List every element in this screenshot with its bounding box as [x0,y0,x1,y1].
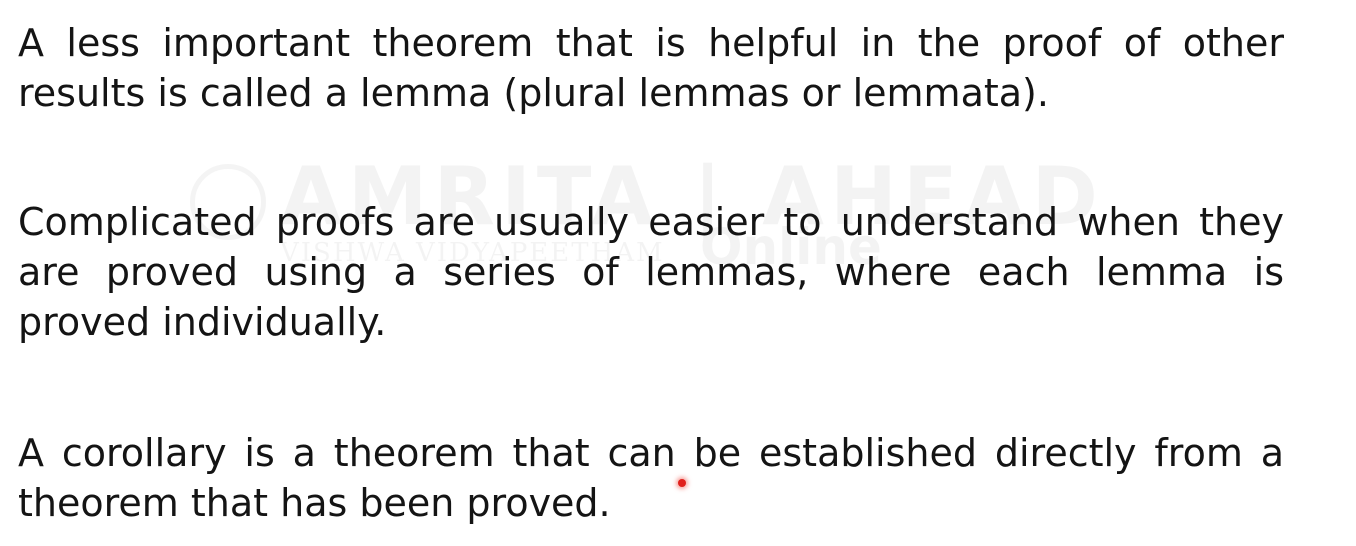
paragraph-lemma-definition: A less important theorem that is helpful… [18,21,1284,115]
paragraph-corollary-definition: A corollary is a theorem that can be est… [18,431,1284,525]
slide: AMRITA | AHEAD VISHWA VIDYAPEETHAM Onlin… [0,0,1356,546]
paragraph-complicated-proofs: Complicated proofs are usually easier to… [18,200,1284,344]
laser-pointer-icon [678,479,686,487]
